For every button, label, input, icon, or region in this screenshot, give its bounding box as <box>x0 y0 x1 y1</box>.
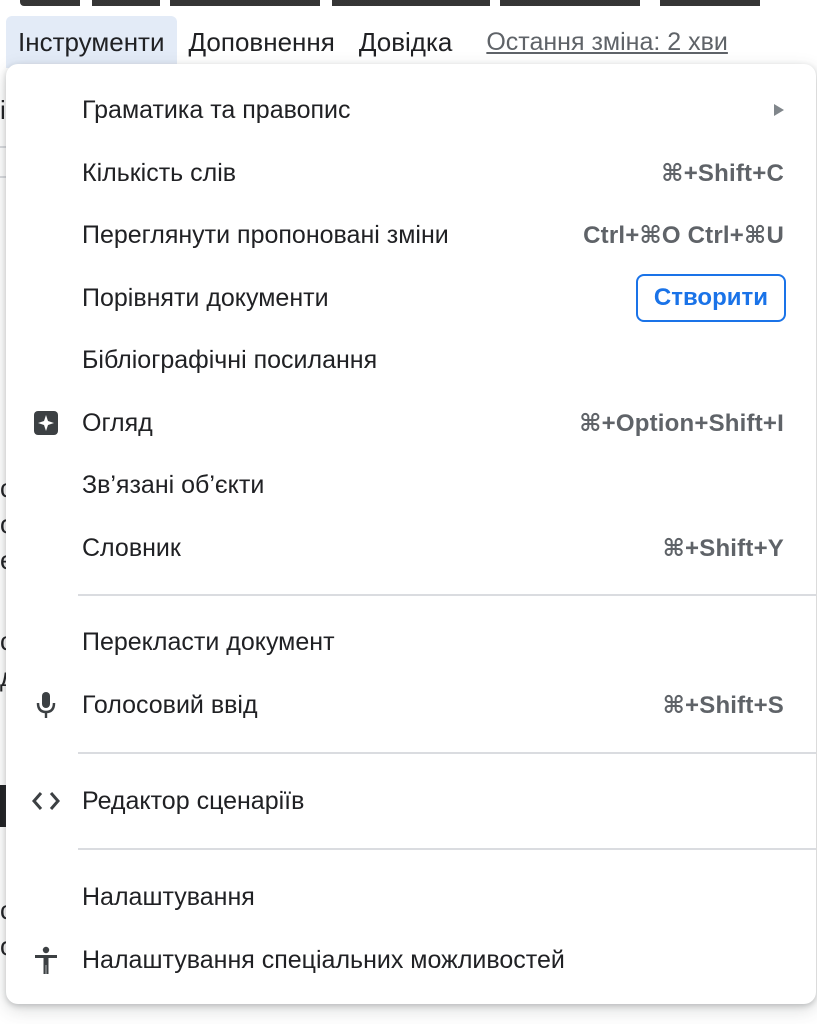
shortcut-label: ⌘+Shift+C <box>661 159 784 187</box>
menu-item-translate-document[interactable]: Перекласти документ <box>6 611 816 673</box>
menu-item-spelling-grammar[interactable]: Граматика та правопис <box>6 79 816 141</box>
menu-item-label: Редактор сценаріїв <box>82 786 305 815</box>
menu-item-linked-objects[interactable]: Зв’язані об’єкти <box>6 454 816 516</box>
menu-item-label: Граматика та правопис <box>82 95 351 124</box>
menu-item-label: Кількість слів <box>82 158 237 187</box>
menu-item-label: Огляд <box>82 408 153 437</box>
menu-item-word-count[interactable]: Кількість слів ⌘+Shift+C <box>6 142 816 204</box>
menubar: Інструменти Доповнення Довідка Остання з… <box>6 14 728 70</box>
menu-item-preferences[interactable]: Налаштування <box>6 866 816 928</box>
shortcut-label: ⌘+Shift+Y <box>662 534 784 562</box>
menu-item-review-suggested-edits[interactable]: Переглянути пропоновані зміни Ctrl+⌘O Ct… <box>6 204 816 266</box>
menu-item-label: Налаштування <box>82 882 255 911</box>
menu-item-label: Налаштування спеціальних можливостей <box>82 945 565 974</box>
menu-item-accessibility-settings[interactable]: Налаштування спеціальних можливостей <box>6 929 816 991</box>
shortcut-label: ⌘+Shift+S <box>662 691 784 719</box>
last-edit-link[interactable]: Остання зміна: 2 хви <box>486 28 728 57</box>
menu-item-label: Порівняти документи <box>82 283 329 312</box>
menu-item-label: Словник <box>82 533 181 562</box>
menu-item-script-editor[interactable]: Редактор сценаріїв <box>6 770 816 832</box>
docs-window: і с о е с д с о Інструменти Доповнення Д… <box>0 0 817 1024</box>
explore-sparkle-icon <box>28 405 64 441</box>
menu-separator <box>78 752 816 754</box>
menu-separator <box>78 594 816 596</box>
submenu-arrow-icon <box>774 104 784 116</box>
document-title-clipped <box>20 0 780 6</box>
menu-addons[interactable]: Доповнення <box>177 16 347 68</box>
accessibility-icon <box>28 942 64 978</box>
code-brackets-icon <box>28 783 64 819</box>
menu-item-compare-documents[interactable]: Порівняти документи Створити <box>6 267 816 329</box>
shortcut-label: ⌘+Option+Shift+I <box>579 409 784 437</box>
menu-help[interactable]: Довідка <box>347 16 465 68</box>
menu-item-label: Голосовий ввід <box>82 690 258 719</box>
menu-item-label: Перекласти документ <box>82 627 335 656</box>
menu-tools[interactable]: Інструменти <box>6 16 177 68</box>
menu-item-explore[interactable]: Огляд ⌘+Option+Shift+I <box>6 392 816 454</box>
menu-item-label: Зв’язані об’єкти <box>82 470 265 499</box>
shortcut-label: Ctrl+⌘O Ctrl+⌘U <box>583 221 784 249</box>
menu-item-label: Бібліографічні посилання <box>82 345 378 374</box>
create-button[interactable]: Створити <box>635 274 786 322</box>
menu-item-label: Переглянути пропоновані зміни <box>82 220 449 249</box>
menu-separator <box>78 848 816 850</box>
menu-item-voice-typing[interactable]: Голосовий ввід ⌘+Shift+S <box>6 674 816 736</box>
menu-item-citations[interactable]: Бібліографічні посилання <box>6 329 816 391</box>
microphone-icon <box>28 687 64 723</box>
tools-dropdown-menu: Граматика та правопис Кількість слів ⌘+S… <box>6 64 816 1004</box>
menu-item-dictionary[interactable]: Словник ⌘+Shift+Y <box>6 517 816 579</box>
